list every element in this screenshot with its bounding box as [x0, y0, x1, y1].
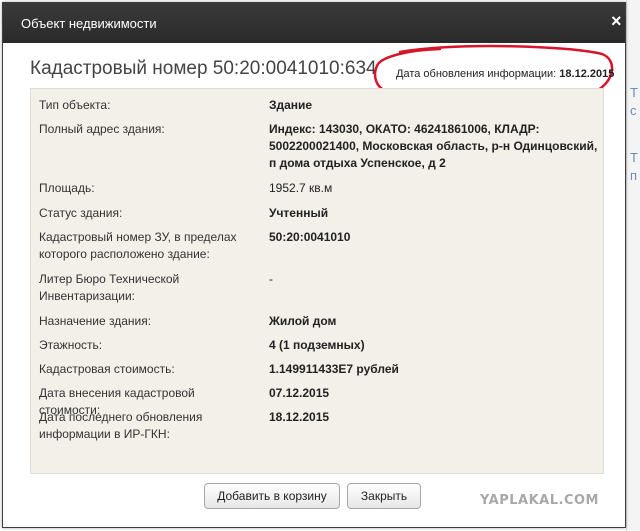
detail-label: Назначение здания:: [39, 314, 152, 328]
background-text: Т: [630, 85, 638, 100]
detail-value: 1.149911433E7 рублей: [269, 362, 399, 376]
detail-label: Полный адрес здания:: [39, 122, 165, 136]
detail-value: 07.12.2015: [269, 386, 330, 400]
details-panel: Тип объекта: Здание Полный адрес здания:…: [30, 88, 604, 474]
close-button[interactable]: Закрыть: [347, 483, 421, 509]
cadastral-number-heading: Кадастровый номер 50:20:0041010:634: [30, 58, 377, 79]
background-page: [626, 0, 640, 531]
detail-label: Этажность:: [39, 338, 103, 352]
dialog-title: Объект недвижимости: [21, 16, 157, 31]
detail-label: Площадь:: [39, 181, 95, 195]
update-label: Дата обновления информации:: [396, 68, 557, 80]
detail-label: Статус здания:: [39, 206, 123, 220]
detail-value: 1952.7 кв.м: [269, 181, 333, 195]
detail-value: 50:20:0041010: [269, 230, 351, 244]
close-icon[interactable]: ×: [611, 12, 622, 30]
detail-value: Жилой дом: [269, 314, 337, 328]
add-to-cart-button[interactable]: Добавить в корзину: [204, 483, 340, 509]
detail-label: Литер Бюро Технической Инвентаризации:: [39, 272, 180, 303]
detail-value: Индекс: 143030, ОКАТО: 46241861006, КЛАД…: [269, 122, 598, 170]
detail-label: Кадастровый номер ЗУ, в пределах которог…: [39, 230, 237, 261]
detail-label: Кадастровая стоимость:: [39, 362, 175, 376]
detail-value: 4 (1 подземных): [269, 338, 365, 352]
detail-label: Тип объекта:: [39, 98, 111, 112]
update-info: Дата обновления информации: 18.12.2015: [396, 68, 614, 80]
detail-value: Учтенный: [269, 206, 329, 220]
detail-value: Здание: [269, 98, 313, 112]
background-text: п: [630, 168, 638, 183]
detail-value: 18.12.2015: [269, 410, 330, 424]
background-text: Т: [630, 150, 638, 165]
watermark: YAPLAKAL.COM: [480, 493, 599, 508]
background-text: с: [630, 103, 637, 118]
update-date: 18.12.2015: [559, 68, 615, 80]
detail-label: Дата последнего обновления информации в …: [39, 410, 203, 441]
detail-value: -: [269, 272, 273, 286]
dialog-titlebar: Объект недвижимости ×: [3, 3, 625, 43]
